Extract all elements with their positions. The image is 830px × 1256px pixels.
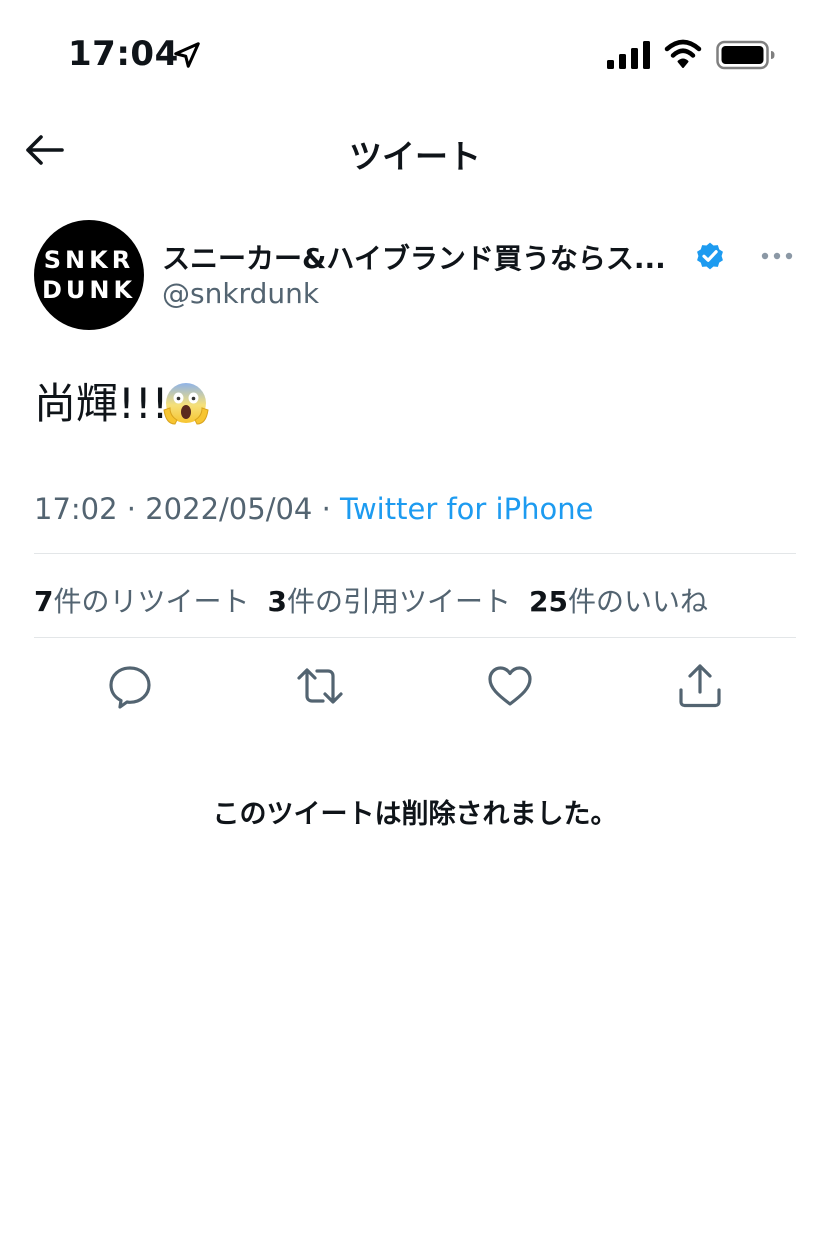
- tweet-date: 2022/05/04: [145, 492, 313, 526]
- tweet-text: 尚輝!!!: [34, 379, 169, 428]
- user-handle[interactable]: @snkrdunk: [162, 277, 319, 310]
- display-name[interactable]: スニーカー&ハイブランド買うならス...: [162, 237, 666, 277]
- tweet-source-link[interactable]: Twitter for iPhone: [340, 492, 593, 526]
- avatar[interactable]: SNKR DUNK: [34, 220, 144, 330]
- page-title: ツイート: [349, 137, 481, 176]
- location-arrow-icon: [174, 42, 200, 68]
- quotes-count: 3: [267, 585, 287, 618]
- likes-label: 件のいいね: [567, 585, 708, 618]
- quotes-stat[interactable]: 3件の引用ツイート: [268, 585, 512, 618]
- meta-separator: ·: [321, 492, 331, 526]
- divider: [34, 637, 796, 638]
- heart-icon[interactable]: [486, 662, 534, 710]
- avatar-text-line1: SNKR: [43, 246, 135, 274]
- retweets-count: 7: [34, 585, 54, 618]
- deleted-tweet-notice: このツイートは削除されました。: [212, 799, 618, 830]
- retweet-icon[interactable]: [296, 662, 344, 710]
- tweet-time: 17:02: [34, 492, 118, 526]
- quotes-label: 件の引用ツイート: [286, 585, 511, 618]
- status-bar: 17:04: [0, 0, 830, 110]
- share-icon[interactable]: [676, 662, 724, 710]
- verified-badge-icon: [697, 242, 723, 270]
- meta-separator: ·: [126, 492, 137, 526]
- reply-icon[interactable]: [106, 662, 154, 710]
- more-dots-icon[interactable]: [760, 250, 794, 262]
- likes-stat[interactable]: 25件のいいね: [529, 585, 708, 618]
- retweets-stat[interactable]: 7件のリツイート: [34, 585, 250, 618]
- tweet-meta: 17:02 · 2022/05/04 · Twitter for iPhone: [34, 492, 593, 526]
- cellular-signal-icon: [607, 41, 650, 69]
- retweets-label: 件のリツイート: [53, 585, 250, 618]
- wifi-icon: [664, 39, 702, 68]
- battery-icon: [716, 40, 775, 70]
- tweet-stats: 7件のリツイート 3件の引用ツイート 25件のいいね: [34, 580, 708, 620]
- face-screaming-in-fear-icon: [163, 383, 209, 425]
- divider: [34, 553, 796, 554]
- tweet-header: ツイート: [0, 110, 830, 190]
- likes-count: 25: [529, 585, 568, 618]
- status-time: 17:04: [68, 34, 179, 74]
- avatar-text-line2: DUNK: [41, 276, 137, 304]
